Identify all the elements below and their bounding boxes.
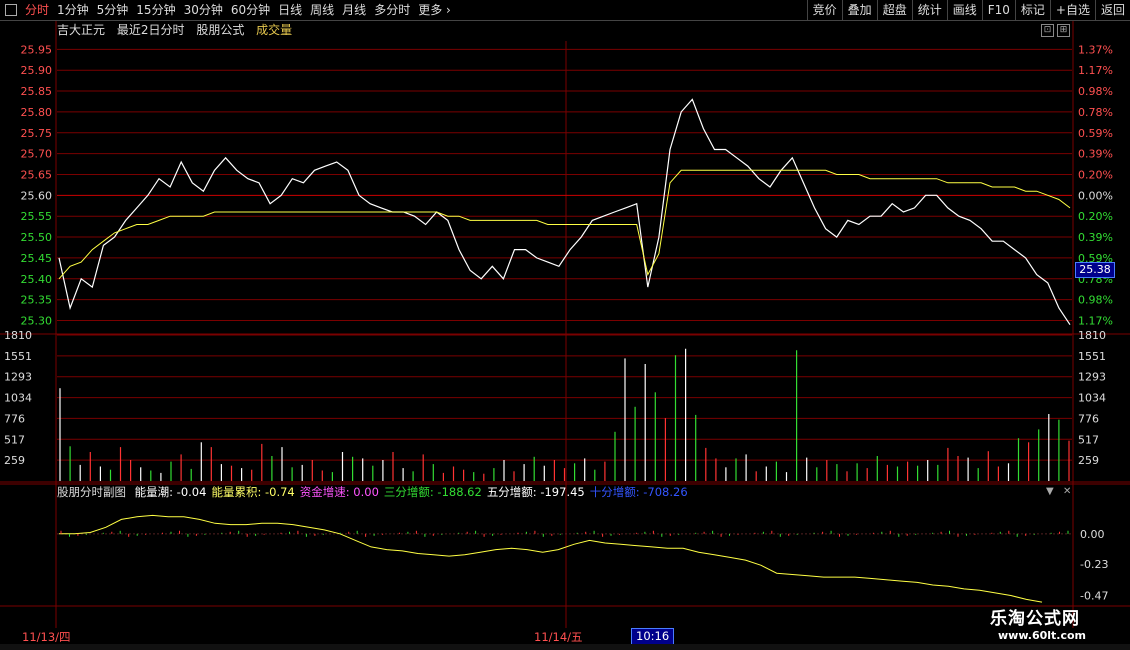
chart-mode: 最近2日分时 xyxy=(116,23,185,37)
volume-tick-right-0: 1810 xyxy=(1078,329,1106,342)
sub-indicator-5: 十分增额: -708.26 xyxy=(589,485,688,499)
cursor-price-box: 25.38 xyxy=(1075,262,1115,278)
pct-tick-8: 0.20% xyxy=(1078,210,1113,223)
pct-tick-12: 0.98% xyxy=(1078,294,1113,307)
volume-tick-1: 1551 xyxy=(4,350,32,363)
period-tab-2[interactable]: 5分钟 xyxy=(93,0,133,20)
cursor-time: 10:16 xyxy=(631,628,675,645)
intraday-chart[interactable]: 25.95 1.37% 25.90 1.17% 25.85 0.98% 25.80 0.78%… xyxy=(0,21,1130,628)
status-strip xyxy=(0,644,1130,650)
pct-tick-7: 0.00% xyxy=(1078,189,1113,202)
period-tab-4[interactable]: 30分钟 xyxy=(180,0,227,20)
expand-icon[interactable]: ⊞ xyxy=(1057,24,1070,37)
sub-tick-0: 0.00 xyxy=(1080,528,1105,541)
price-tick-11: 25.40 xyxy=(21,273,53,286)
period-tab-6[interactable]: 日线 xyxy=(274,0,306,20)
function-button-4[interactable]: 画线 xyxy=(946,0,982,20)
period-tabs: 分时 1分钟 5分钟 15分钟 30分钟 60分钟 日线 周线 月线 多分时 更多 › xyxy=(0,0,455,20)
sub-indicator-3: 三分增额: -188.62 xyxy=(383,485,482,499)
price-tick-0: 25.95 xyxy=(21,43,53,56)
pct-tick-5: 0.39% xyxy=(1078,148,1113,161)
sub-chart-name: 股朋分时副图 xyxy=(57,485,126,499)
function-button-0[interactable]: 竞价 xyxy=(806,0,842,20)
watermark-title: 乐淘公式网 xyxy=(990,609,1080,629)
volume-tick-5: 517 xyxy=(4,433,25,446)
function-buttons: 竞价 叠加 超盘 统计 画线 F10 标记 +自选 返回 xyxy=(806,0,1130,20)
price-tick-2: 25.85 xyxy=(21,85,53,98)
period-tab-5[interactable]: 60分钟 xyxy=(227,0,274,20)
sub-tick-1: -0.23 xyxy=(1080,558,1108,571)
period-tab-3[interactable]: 15分钟 xyxy=(132,0,179,20)
period-tab-9[interactable]: 多分时 xyxy=(370,0,414,20)
window-icon[interactable] xyxy=(5,4,17,16)
series-line-average xyxy=(58,169,1071,280)
volume-tick-6: 259 xyxy=(4,454,25,467)
sub-series-line-0 xyxy=(59,514,1043,603)
sub-chart-title: 股朋分时副图 能量潮: -0.04 能量累积: -0.74 资金增速: 0.00 三分… xyxy=(57,484,693,500)
period-tab-10[interactable]: 更多 › xyxy=(414,0,455,20)
pct-tick-9: 0.39% xyxy=(1078,231,1113,244)
function-button-7[interactable]: +自选 xyxy=(1049,0,1095,20)
volume-tick-right-1: 1551 xyxy=(1078,350,1106,363)
pct-tick-4: 0.59% xyxy=(1078,127,1113,140)
pct-tick-3: 0.78% xyxy=(1078,106,1113,119)
function-button-6[interactable]: 标记 xyxy=(1014,0,1050,20)
price-tick-6: 25.65 xyxy=(21,168,53,181)
volume-tick-right-2: 1293 xyxy=(1078,371,1106,384)
pct-tick-1: 1.17% xyxy=(1078,64,1113,77)
chart-title-bar: 吉大正元 最近2日分时 股朋公式 成交量 xyxy=(57,22,300,38)
price-tick-12: 25.35 xyxy=(21,294,53,307)
period-tab-7[interactable]: 周线 xyxy=(306,0,338,20)
watermark: 乐淘公式网 www.60lt.com xyxy=(990,604,1110,646)
function-button-5[interactable]: F10 xyxy=(981,0,1015,20)
sub-indicator-2: 资金增速: 0.00 xyxy=(299,485,379,499)
volume-tick-2: 1293 xyxy=(4,371,32,384)
date-day1: 11/13/四 xyxy=(22,630,71,644)
price-tick-1: 25.90 xyxy=(21,64,53,77)
price-tick-10: 25.45 xyxy=(21,252,53,265)
period-tab-1[interactable]: 1分钟 xyxy=(53,0,93,20)
pct-tick-2: 0.98% xyxy=(1078,85,1113,98)
sub-indicator-1: 能量累积: -0.74 xyxy=(211,485,295,499)
period-tab-0[interactable]: 分时 xyxy=(21,0,53,20)
dropdown-icon[interactable]: ▼ xyxy=(1046,486,1054,497)
price-tick-9: 25.50 xyxy=(21,231,53,244)
sub-indicator-4: 五分增额: -197.45 xyxy=(486,485,585,499)
volume-tick-right-5: 517 xyxy=(1078,433,1099,446)
pct-tick-13: 1.17% xyxy=(1078,314,1113,327)
stock-name: 吉大正元 xyxy=(57,23,106,37)
date-day2: 11/14/五 xyxy=(534,630,583,644)
function-button-8[interactable]: 返回 xyxy=(1094,0,1130,20)
price-tick-5: 25.70 xyxy=(21,148,53,161)
function-button-2[interactable]: 超盘 xyxy=(876,0,912,20)
price-tick-8: 25.55 xyxy=(21,210,53,223)
period-tab-8[interactable]: 月线 xyxy=(338,0,370,20)
price-tick-4: 25.75 xyxy=(21,127,53,140)
function-button-3[interactable]: 统计 xyxy=(911,0,947,20)
price-tick-7: 25.60 xyxy=(21,189,53,202)
pct-tick-6: 0.20% xyxy=(1078,168,1113,181)
volume-tick-0: 1810 xyxy=(4,329,32,342)
price-tick-3: 25.80 xyxy=(21,106,53,119)
price-tick-13: 25.30 xyxy=(21,314,53,327)
sub-indicator-0: 能量潮: -0.04 xyxy=(134,485,207,499)
restore-icon[interactable]: ⊡ xyxy=(1041,24,1054,37)
volume-tick-4: 776 xyxy=(4,412,25,425)
date-axis: 11/13/四 11/14/五 10:16 xyxy=(0,628,1130,645)
volume-tick-right-4: 776 xyxy=(1078,412,1099,425)
sub-tick-2: -0.47 xyxy=(1080,590,1108,603)
close-icon[interactable]: ✕ xyxy=(1063,486,1071,497)
formula-name: 股朋公式 xyxy=(196,23,245,37)
watermark-url: www.60lt.com xyxy=(998,629,1087,642)
volume-tick-right-6: 259 xyxy=(1078,454,1099,467)
function-button-1[interactable]: 叠加 xyxy=(841,0,877,20)
volume-tick-3: 1034 xyxy=(4,392,32,405)
volume-label: 成交量 xyxy=(256,23,293,37)
pct-tick-0: 1.37% xyxy=(1078,43,1113,56)
volume-tick-right-3: 1034 xyxy=(1078,392,1106,405)
period-toolbar: 分时 1分钟 5分钟 15分钟 30分钟 60分钟 日线 周线 月线 多分时 更多 › 竞价 叠加 超盘… xyxy=(0,0,1130,21)
